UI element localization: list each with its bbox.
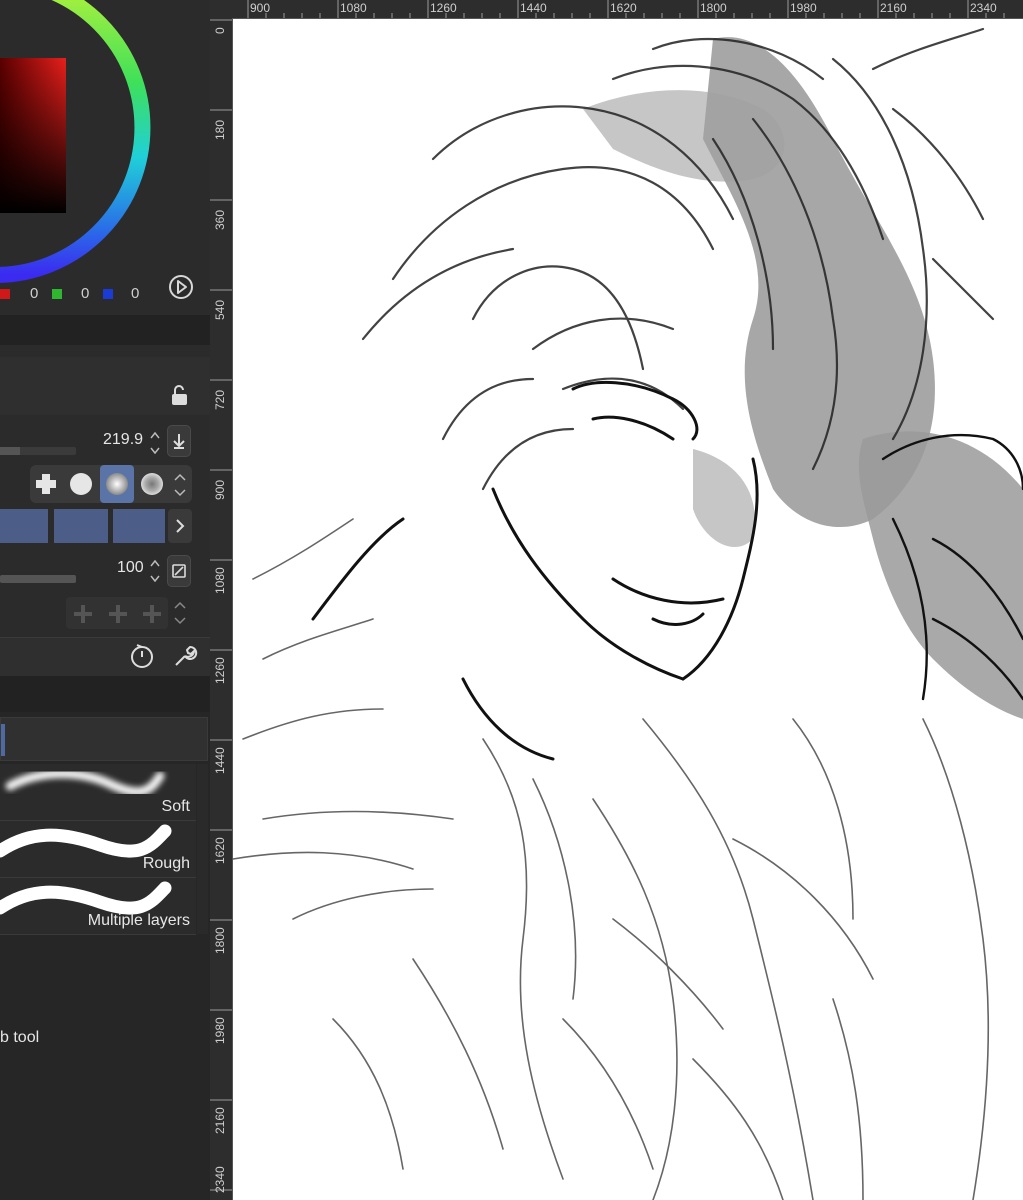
soft-tip-icon	[106, 473, 128, 495]
opacity-mode-button[interactable]	[167, 555, 191, 587]
sub-tool-label: b tool	[0, 1029, 40, 1046]
play-icon[interactable]	[168, 274, 194, 300]
brush-name: Multiple layers	[87, 912, 190, 929]
ruler-label: 180	[213, 119, 227, 140]
ruler-label: 360	[213, 209, 227, 230]
green-value: 0	[81, 285, 90, 302]
ruler-label: 900	[213, 479, 227, 500]
brush-name: Soft	[161, 798, 190, 815]
panel-divider	[0, 676, 210, 712]
timer-icon[interactable]	[128, 642, 156, 670]
plus-icon[interactable]	[139, 601, 165, 627]
ruler-label: 1800	[213, 927, 227, 954]
wrench-icon[interactable]	[171, 642, 199, 670]
download-icon	[173, 434, 185, 449]
rgb-readout: 0 0 0	[0, 283, 160, 305]
panel-divider	[0, 315, 210, 345]
airbrush-tip-icon[interactable]	[139, 471, 165, 497]
opacity-slider[interactable]	[0, 575, 76, 583]
sketch-artwork	[233, 27, 1023, 1200]
opacity-value[interactable]: 100	[117, 559, 144, 577]
brush-list-scrollbar[interactable]	[197, 764, 208, 934]
left-ruler: 0 180 360 540 720 900 1080 1260 1440 162…	[210, 18, 233, 1200]
size-slider-fill	[0, 447, 20, 455]
tool-footer	[0, 637, 210, 676]
color-wheel[interactable]	[0, 0, 210, 300]
blue-value: 0	[131, 285, 140, 302]
brush-item-multiple-layers[interactable]: Multiple layers	[0, 878, 196, 935]
drawing-canvas[interactable]	[233, 19, 1023, 1200]
texture-swatch[interactable]	[54, 509, 108, 543]
ruler-label: 2160	[880, 1, 907, 15]
round-tip-icon[interactable]	[68, 471, 94, 497]
plus-icon[interactable]	[70, 601, 96, 627]
ruler-label: 2160	[213, 1107, 227, 1134]
red-value: 0	[30, 285, 39, 302]
ruler-label: 1800	[700, 1, 727, 15]
ruler-label: 900	[250, 1, 271, 15]
size-download-button[interactable]	[167, 425, 191, 457]
active-tab-indicator[interactable]	[1, 724, 5, 756]
size-row: 219.9	[0, 423, 210, 461]
ruler-label: 1080	[340, 1, 367, 15]
top-ruler: 900 1080 1260 1440 1620 1800 1980 2160 2…	[210, 0, 1023, 19]
stepper-icon[interactable]	[173, 599, 187, 627]
texture-next-button[interactable]	[168, 509, 192, 543]
ruler-label: 1260	[213, 657, 227, 684]
brush-item-soft[interactable]: Soft	[0, 764, 196, 821]
plus-icon[interactable]	[105, 601, 131, 627]
brush-name: Rough	[142, 855, 190, 872]
ruler-label: 720	[213, 389, 227, 410]
ruler-label: 1080	[213, 567, 227, 594]
texture-swatch[interactable]	[113, 509, 165, 543]
ruler-label: 1620	[610, 1, 637, 15]
blue-swatch	[103, 289, 113, 299]
unlock-icon[interactable]	[170, 385, 190, 407]
left-panel: 0 0 0 219.9 100 Soft Rough Multiple laye…	[0, 0, 210, 1200]
ruler-label: 1260	[430, 1, 457, 15]
stabilizer-row	[0, 595, 210, 633]
brush-list-header	[0, 717, 208, 761]
stepper-icon[interactable]	[149, 557, 161, 585]
tip-stepper-icon[interactable]	[173, 471, 187, 499]
brush-item-rough[interactable]: Rough	[0, 821, 196, 878]
texture-mode-icon	[172, 564, 186, 578]
brush-list-panel: Soft Rough Multiple layers b tool	[0, 712, 210, 1200]
ruler-label: 540	[213, 299, 227, 320]
chevron-right-icon	[176, 519, 185, 533]
tool-property-panel: 219.9 100	[0, 345, 210, 676]
ruler-label: 1440	[213, 747, 227, 774]
green-swatch	[52, 289, 62, 299]
stepper-icon[interactable]	[149, 429, 161, 457]
ruler-label: 1440	[520, 1, 547, 15]
ruler-label: 1620	[213, 837, 227, 864]
size-value[interactable]: 219.9	[103, 431, 143, 449]
brush-tip-row	[0, 465, 210, 505]
ruler-label: 0	[213, 27, 227, 34]
color-panel: 0 0 0	[0, 0, 210, 315]
ruler-label: 1980	[790, 1, 817, 15]
texture-swatch[interactable]	[0, 509, 48, 543]
ruler-label: 1980	[213, 1017, 227, 1044]
ruler-label: 2340	[970, 1, 997, 15]
ruler-label: 2340	[213, 1166, 227, 1193]
opacity-row: 100	[0, 551, 210, 591]
texture-row	[0, 509, 210, 547]
red-swatch	[0, 289, 10, 299]
scatter-tip-icon[interactable]	[33, 471, 59, 497]
